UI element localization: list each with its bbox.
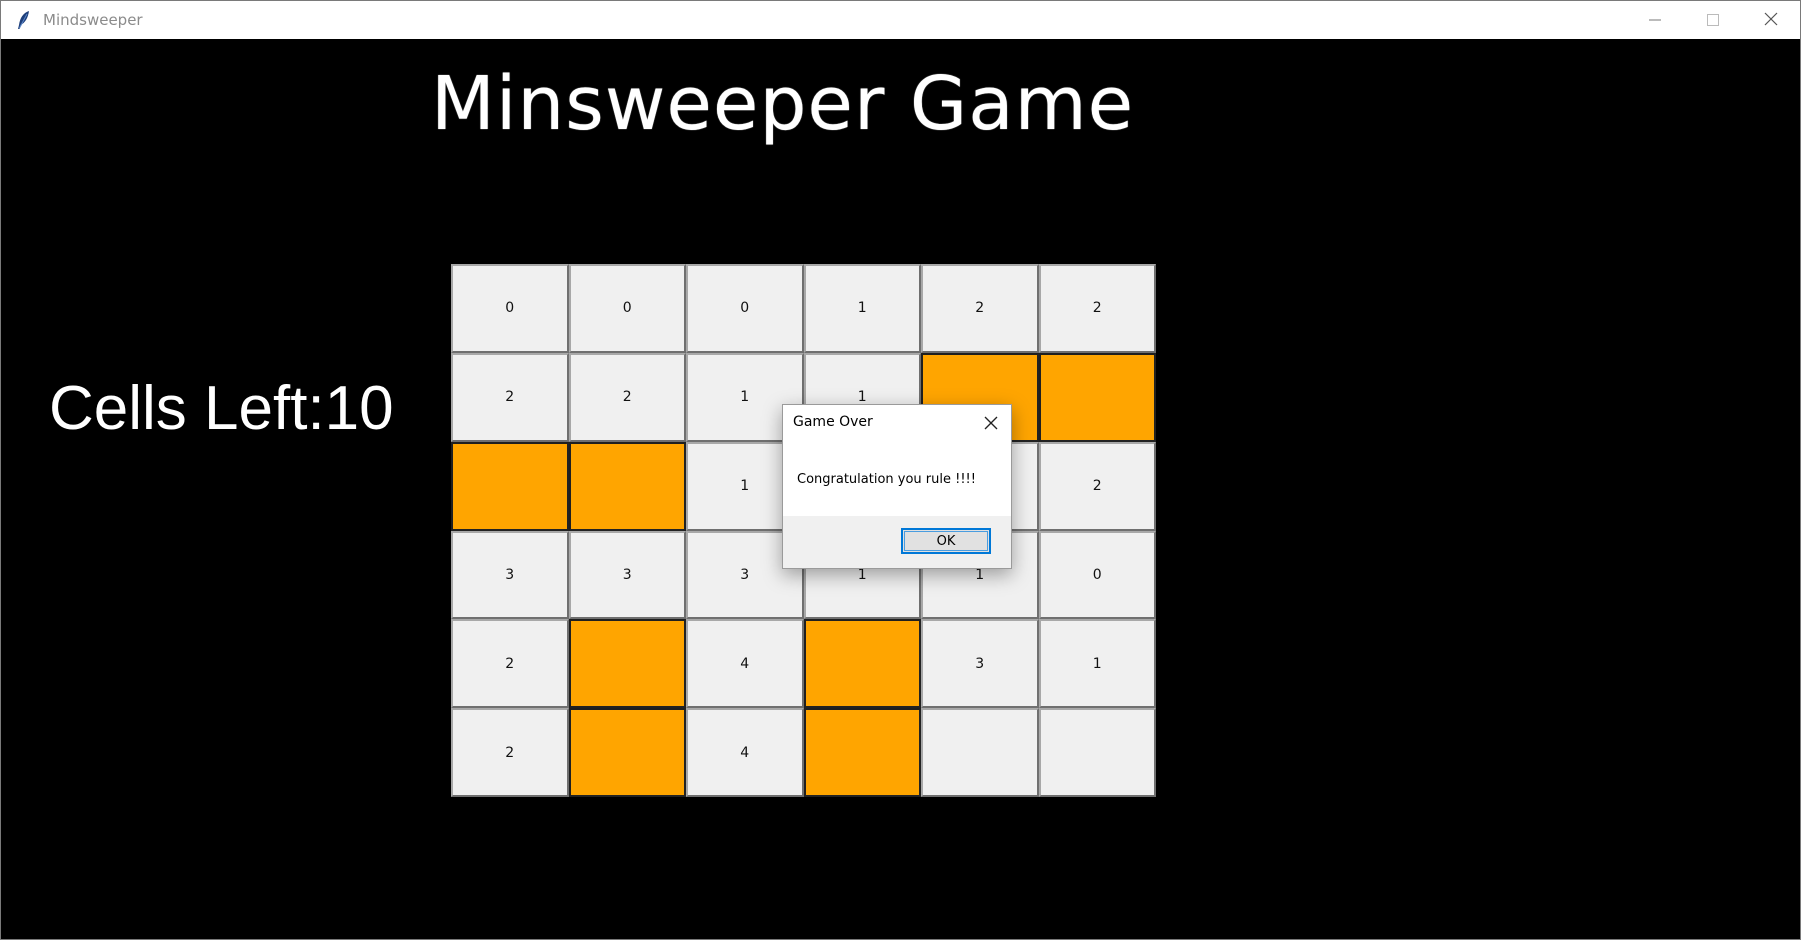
board-cell-mine[interactable] (568, 441, 686, 531)
board-cell[interactable] (1038, 708, 1156, 797)
board-cell[interactable]: 2 (568, 352, 686, 442)
feather-icon (15, 10, 33, 30)
board-cell[interactable]: 0 (451, 264, 569, 353)
board-cell[interactable]: 3 (451, 530, 569, 620)
ok-button[interactable]: OK (901, 528, 991, 554)
board-cell-mine[interactable] (568, 708, 686, 797)
close-icon (1764, 11, 1778, 30)
board-cell[interactable]: 3 (568, 530, 686, 620)
board-cell-mine[interactable] (803, 619, 921, 709)
dialog-close-button[interactable] (981, 414, 1001, 434)
board-cell[interactable]: 3 (921, 619, 1039, 709)
board-cell[interactable]: 2 (1038, 441, 1156, 531)
board-cell-mine[interactable] (803, 708, 921, 797)
dialog-title: Game Over (793, 414, 873, 430)
maximize-icon (1707, 11, 1719, 30)
minimize-button[interactable] (1626, 1, 1684, 39)
board-cell[interactable]: 4 (686, 619, 804, 709)
board-cell[interactable]: 2 (451, 352, 569, 442)
game-area: Minsweeper Game Cells Left:10 0001222211… (1, 39, 1800, 939)
window-title: Mindsweeper (43, 11, 143, 29)
title-bar[interactable]: Mindsweeper (1, 1, 1800, 39)
board-cell[interactable]: 2 (451, 619, 569, 709)
board-cell-mine[interactable] (1038, 352, 1156, 442)
board-cell-mine[interactable] (451, 441, 569, 531)
close-button[interactable] (1742, 1, 1800, 39)
minimize-icon (1649, 11, 1661, 30)
window-controls (1626, 1, 1800, 39)
close-icon (984, 415, 998, 434)
maximize-button[interactable] (1684, 1, 1742, 39)
board-cell[interactable]: 2 (1038, 264, 1156, 353)
board-cell[interactable]: 2 (921, 264, 1039, 353)
board-cell[interactable]: 2 (451, 708, 569, 797)
board-cell[interactable]: 1 (1038, 619, 1156, 709)
board-cell[interactable]: 0 (686, 264, 804, 353)
game-title: Minsweeper Game (431, 61, 1135, 147)
dialog-message: Congratulation you rule !!!! (797, 472, 976, 487)
board-cell[interactable]: 4 (686, 708, 804, 797)
board-cell[interactable] (921, 708, 1039, 797)
board-cell[interactable]: 1 (803, 264, 921, 353)
board-cell-mine[interactable] (568, 619, 686, 709)
board-cell[interactable]: 0 (568, 264, 686, 353)
game-over-dialog: Game Over Congratulation you rule !!!! O… (782, 404, 1012, 569)
app-window: Mindsweeper Minsweeper Game Cells Left:1… (0, 0, 1801, 940)
board-cell[interactable]: 0 (1038, 530, 1156, 620)
cells-left-counter: Cells Left:10 (49, 374, 394, 443)
dialog-footer: OK (783, 516, 1011, 568)
